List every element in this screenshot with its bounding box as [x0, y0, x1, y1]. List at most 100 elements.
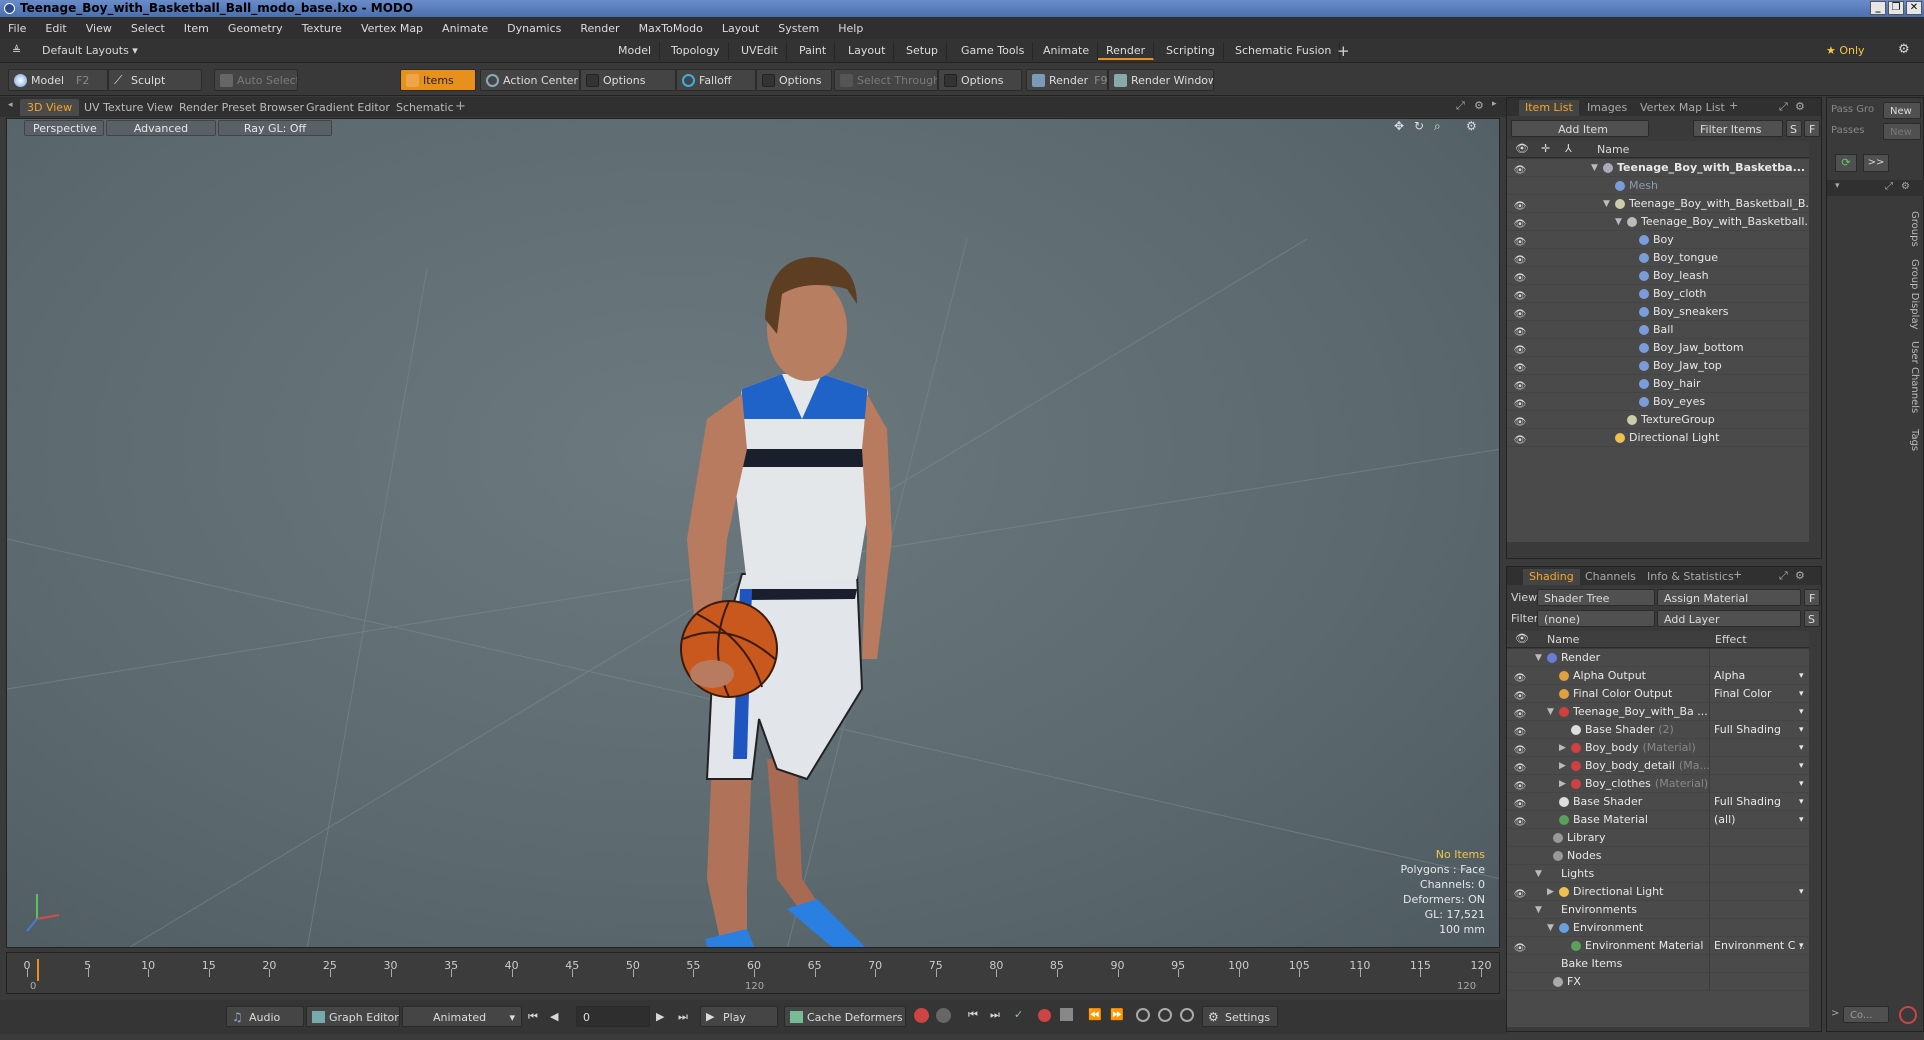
item-list-row[interactable]: 👁 Ball	[1507, 321, 1809, 339]
expand-arrow-down-icon[interactable]: ▼	[1603, 195, 1610, 213]
next-key-icon[interactable]: ⏭	[990, 1008, 1000, 1022]
select-through-button[interactable]: Select Through	[834, 69, 938, 91]
layout-tab-topology[interactable]: Topology	[663, 42, 729, 60]
more-button[interactable]: >>	[1863, 154, 1889, 172]
expand-arrow-down-icon[interactable]: ▼	[1547, 919, 1554, 937]
perspective-dropdown[interactable]: Perspective	[24, 120, 104, 136]
expand-arrow-right-icon[interactable]: ▶	[1559, 775, 1566, 793]
visibility-eye-icon[interactable]: 👁	[1513, 432, 1527, 446]
menu-system[interactable]: System	[778, 22, 819, 35]
menu-maxtomodo[interactable]: MaxToModo	[639, 22, 703, 35]
item-list-row[interactable]: 👁 ▼ Teenage_Boy_with_Basketball_B...	[1507, 195, 1809, 213]
layout-tab-setup[interactable]: Setup	[898, 42, 948, 60]
item-list-row[interactable]: 👁 Boy	[1507, 231, 1809, 249]
item-list-row[interactable]: 👁 Boy_Jaw_bottom	[1507, 339, 1809, 357]
maximize-button[interactable]: ❐	[1888, 1, 1904, 15]
menu-texture[interactable]: Texture	[302, 22, 342, 35]
chevron-down-icon[interactable]: ▾	[1799, 937, 1804, 955]
audio-button[interactable]: ♫ Audio	[226, 1006, 304, 1027]
action-center-button[interactable]: Action Center	[480, 69, 580, 91]
visibility-eye-icon[interactable]: 👁	[1513, 670, 1527, 684]
chevron-down-icon[interactable]: ▾	[1799, 703, 1804, 721]
3d-viewport[interactable]: ✥ ↻ ⌕ ⚙ No Items Polygons : Face Channel…	[6, 118, 1500, 948]
chevron-down-icon[interactable]: ▾	[1799, 793, 1804, 811]
expand-arrow-down-icon[interactable]: ▼	[1535, 865, 1542, 883]
zoom-icon[interactable]: ⌕	[1434, 119, 1441, 134]
visibility-eye-icon[interactable]: 👁	[1513, 396, 1527, 410]
shader-tree-row[interactable]: Nodes	[1507, 847, 1809, 865]
expand-arrow-right-icon[interactable]: ▶	[1559, 739, 1566, 757]
add-layout-tab-button[interactable]: +	[1337, 42, 1350, 60]
add-viewport-tab-icon[interactable]: +	[455, 99, 466, 114]
item-list-row[interactable]: 👁 Boy_cloth	[1507, 285, 1809, 303]
item-list-row[interactable]: 👁 Boy_Jaw_top	[1507, 357, 1809, 375]
viewport-options-gear-icon[interactable]: ⚙	[1466, 119, 1477, 133]
item-list-row[interactable]: 👁 ▼ Teenage_Boy_with_Basketball...	[1507, 213, 1809, 231]
item-list-row[interactable]: Mesh	[1507, 177, 1809, 195]
expand-arrow-down-icon[interactable]: ▼	[1591, 159, 1598, 177]
chevron-down-icon[interactable]: ▾	[1799, 811, 1804, 829]
viewport-expand-icon[interactable]: ⤢	[1456, 99, 1465, 113]
falloff-button[interactable]: Falloff	[676, 69, 756, 91]
key-filter-icon[interactable]	[936, 1008, 951, 1023]
expand-arrow-right-icon[interactable]: ▶	[1547, 883, 1554, 901]
add-item-dropdown[interactable]: Add Item	[1511, 120, 1649, 137]
menu-help[interactable]: Help	[838, 22, 863, 35]
side-tab-tags[interactable]: Tags	[1906, 424, 1920, 456]
stop-record-icon[interactable]	[1899, 1006, 1917, 1024]
default-layouts-dropdown[interactable]: Default Layouts ▾	[42, 44, 138, 57]
render-window-button[interactable]: Render Window	[1108, 69, 1214, 91]
tab-uv-texture-view[interactable]: UV Texture View	[77, 99, 180, 116]
frame-input[interactable]: 0	[576, 1006, 650, 1027]
visibility-eye-icon[interactable]: 👁	[1513, 252, 1527, 266]
tab-item-list[interactable]: Item List	[1519, 100, 1579, 116]
settings-button[interactable]: ⚙ Settings	[1202, 1006, 1278, 1027]
cache-deformers-button[interactable]: Cache Deformers	[784, 1006, 906, 1027]
filter-dropdown[interactable]: (none)	[1537, 610, 1655, 627]
add-tab-icon[interactable]: +	[1729, 99, 1738, 112]
model-mode-button[interactable]: Model F2	[8, 69, 108, 91]
loop-icon[interactable]	[1136, 1008, 1150, 1022]
bounce-icon[interactable]	[1158, 1008, 1172, 1022]
step-forward-icon[interactable]: ▶	[656, 1010, 664, 1023]
visibility-eye-icon[interactable]: 👁	[1513, 378, 1527, 392]
shader-tree-row[interactable]: ▼ Environment	[1507, 919, 1809, 937]
visibility-eye-icon[interactable]: 👁	[1513, 306, 1527, 320]
layout-tab-game-tools[interactable]: Game Tools	[953, 42, 1034, 60]
effect-dropdown[interactable]: Full Shading	[1714, 793, 1804, 811]
filter-f-button[interactable]: F	[1804, 120, 1820, 137]
menu-file[interactable]: File	[8, 22, 26, 35]
effect-dropdown[interactable]: (all)	[1714, 811, 1804, 829]
action-center-options-button[interactable]: Options	[580, 69, 676, 91]
viewport-gear-icon[interactable]: ⚙	[1474, 99, 1484, 112]
shader-tree-row[interactable]: 👁 Base Shader Full Shading ▾	[1507, 793, 1809, 811]
expand-arrow-icon[interactable]: >	[1831, 1008, 1839, 1019]
close-button[interactable]: ✕	[1906, 1, 1922, 15]
minimize-button[interactable]: _	[1870, 1, 1886, 15]
visibility-eye-icon[interactable]: 👁	[1513, 742, 1527, 756]
panel-gear-icon[interactable]: ⚙	[1795, 100, 1805, 113]
prev-key-icon[interactable]: ⏮	[968, 1008, 978, 1022]
shader-tree-row[interactable]: 👁 Base Material (all) ▾	[1507, 811, 1809, 829]
filter-items-input[interactable]: Filter Items	[1693, 120, 1783, 137]
new-pass-group-button[interactable]: New	[1883, 102, 1921, 119]
menu-render[interactable]: Render	[580, 22, 619, 35]
pass-collapse-icon[interactable]: ▾	[1835, 181, 1840, 191]
timeline[interactable]: 0 5 10 15 20 25 30 35 40 45 50 55 60 65 70 75 80 85 90 95 10…	[6, 952, 1500, 994]
shader-tree-row[interactable]: 👁 Environment Material Environment C ... ▾	[1507, 937, 1809, 955]
visibility-eye-icon[interactable]: 👁	[1513, 706, 1527, 720]
panel-expand-icon[interactable]: ⤢	[1779, 569, 1788, 583]
menu-select[interactable]: Select	[131, 22, 165, 35]
animated-dropdown[interactable]: Animated ▾	[402, 1006, 522, 1027]
layout-menu-icon[interactable]: ≜	[12, 44, 21, 57]
shader-tree-row[interactable]: ▼ Environments	[1507, 901, 1809, 919]
prev-frame-icon[interactable]: ⏪	[1088, 1008, 1102, 1021]
panel-gear-icon[interactable]: ⚙	[1795, 569, 1805, 582]
visibility-eye-icon[interactable]: 👁	[1513, 414, 1527, 428]
menu-geometry[interactable]: Geometry	[228, 22, 283, 35]
effect-dropdown[interactable]: Environment C ...	[1714, 937, 1804, 955]
advanced-shading-dropdown[interactable]: Advanced	[106, 120, 216, 136]
effect-dropdown[interactable]: Full Shading	[1714, 721, 1804, 739]
delete-key-icon[interactable]	[1060, 1008, 1073, 1021]
play-button[interactable]: ▶ Play	[700, 1006, 778, 1027]
